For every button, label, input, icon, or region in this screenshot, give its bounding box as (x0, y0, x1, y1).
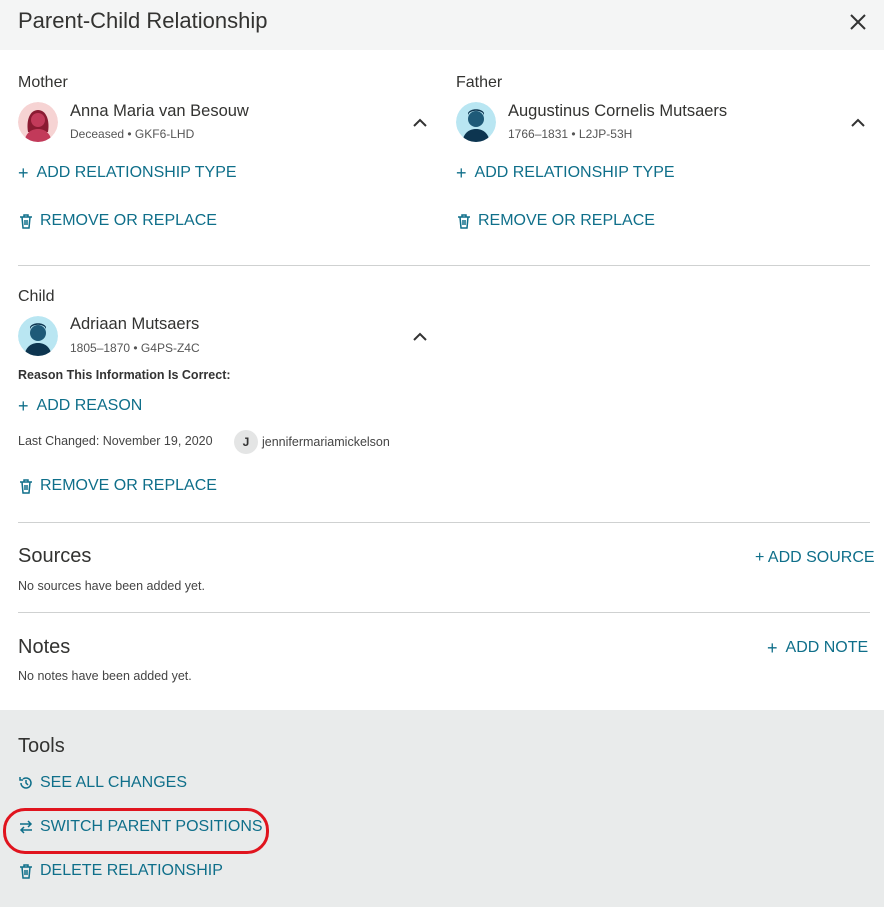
sources-empty-text: No sources have been added yet. (18, 579, 205, 593)
tools-title: Tools (18, 735, 65, 757)
add-reason-button[interactable]: + ADD REASON (18, 397, 142, 415)
trash-icon (18, 213, 34, 229)
mother-label: Mother (18, 74, 68, 91)
father-meta: 1766–1831 • L2JP-53H (508, 127, 633, 141)
button-label: ADD RELATIONSHIP TYPE (474, 164, 675, 181)
see-all-changes-button[interactable]: SEE ALL CHANGES (18, 774, 187, 792)
history-icon (18, 775, 34, 791)
mother-name[interactable]: Anna Maria van Besouw (70, 102, 249, 121)
close-icon[interactable] (846, 10, 870, 34)
last-changed-text: Last Changed: November 19, 2020 (18, 434, 213, 448)
mother-add-relationship-type-button[interactable]: + ADD RELATIONSHIP TYPE (18, 164, 237, 182)
reason-label: Reason This Information Is Correct: (18, 368, 231, 382)
dialog-header: Parent-Child Relationship (0, 0, 884, 50)
add-source-button[interactable]: + ADD SOURCE (755, 549, 875, 567)
add-note-button[interactable]: + ADD NOTE (767, 639, 868, 657)
chevron-up-icon[interactable] (411, 328, 429, 346)
button-label: REMOVE OR REPLACE (478, 212, 655, 229)
divider (18, 612, 870, 613)
father-name[interactable]: Augustinus Cornelis Mutsaers (508, 102, 727, 121)
male-avatar-icon (456, 102, 496, 142)
delete-relationship-button[interactable]: DELETE RELATIONSHIP (18, 862, 223, 880)
button-label: ADD NOTE (785, 639, 869, 656)
dialog-title: Parent-Child Relationship (18, 8, 268, 33)
user-avatar: J (234, 430, 258, 454)
father-label: Father (456, 74, 503, 91)
divider (18, 265, 870, 266)
button-label: SEE ALL CHANGES (40, 774, 188, 791)
sources-title: Sources (18, 545, 92, 567)
plus-icon: + (456, 163, 467, 183)
button-label: REMOVE OR REPLACE (40, 477, 217, 494)
trash-icon (456, 213, 472, 229)
child-label: Child (18, 288, 55, 305)
divider (18, 522, 870, 523)
notes-title: Notes (18, 636, 71, 658)
chevron-up-icon[interactable] (411, 114, 429, 132)
button-label: ADD REASON (36, 397, 143, 414)
highlight-annotation (3, 808, 269, 854)
plus-icon: + (18, 396, 29, 416)
chevron-up-icon[interactable] (849, 114, 867, 132)
plus-icon: + (18, 163, 29, 183)
trash-icon (18, 863, 34, 879)
button-label: ADD RELATIONSHIP TYPE (36, 164, 237, 181)
trash-icon (18, 478, 34, 494)
mother-remove-or-replace-button[interactable]: REMOVE OR REPLACE (18, 212, 217, 230)
child-remove-or-replace-button[interactable]: REMOVE OR REPLACE (18, 477, 217, 495)
female-avatar-icon (18, 102, 58, 142)
plus-icon: + (767, 638, 778, 658)
notes-empty-text: No notes have been added yet. (18, 669, 192, 683)
mother-meta: Deceased • GKF6-LHD (70, 127, 195, 141)
child-meta: 1805–1870 • G4PS-Z4C (70, 341, 200, 355)
user-name-link[interactable]: jennifermariamickelson (262, 435, 390, 449)
child-name[interactable]: Adriaan Mutsaers (70, 315, 199, 334)
father-add-relationship-type-button[interactable]: + ADD RELATIONSHIP TYPE (456, 164, 675, 182)
button-label: DELETE RELATIONSHIP (40, 862, 223, 879)
male-avatar-icon (18, 316, 58, 356)
button-label: REMOVE OR REPLACE (40, 212, 217, 229)
father-remove-or-replace-button[interactable]: REMOVE OR REPLACE (456, 212, 655, 230)
